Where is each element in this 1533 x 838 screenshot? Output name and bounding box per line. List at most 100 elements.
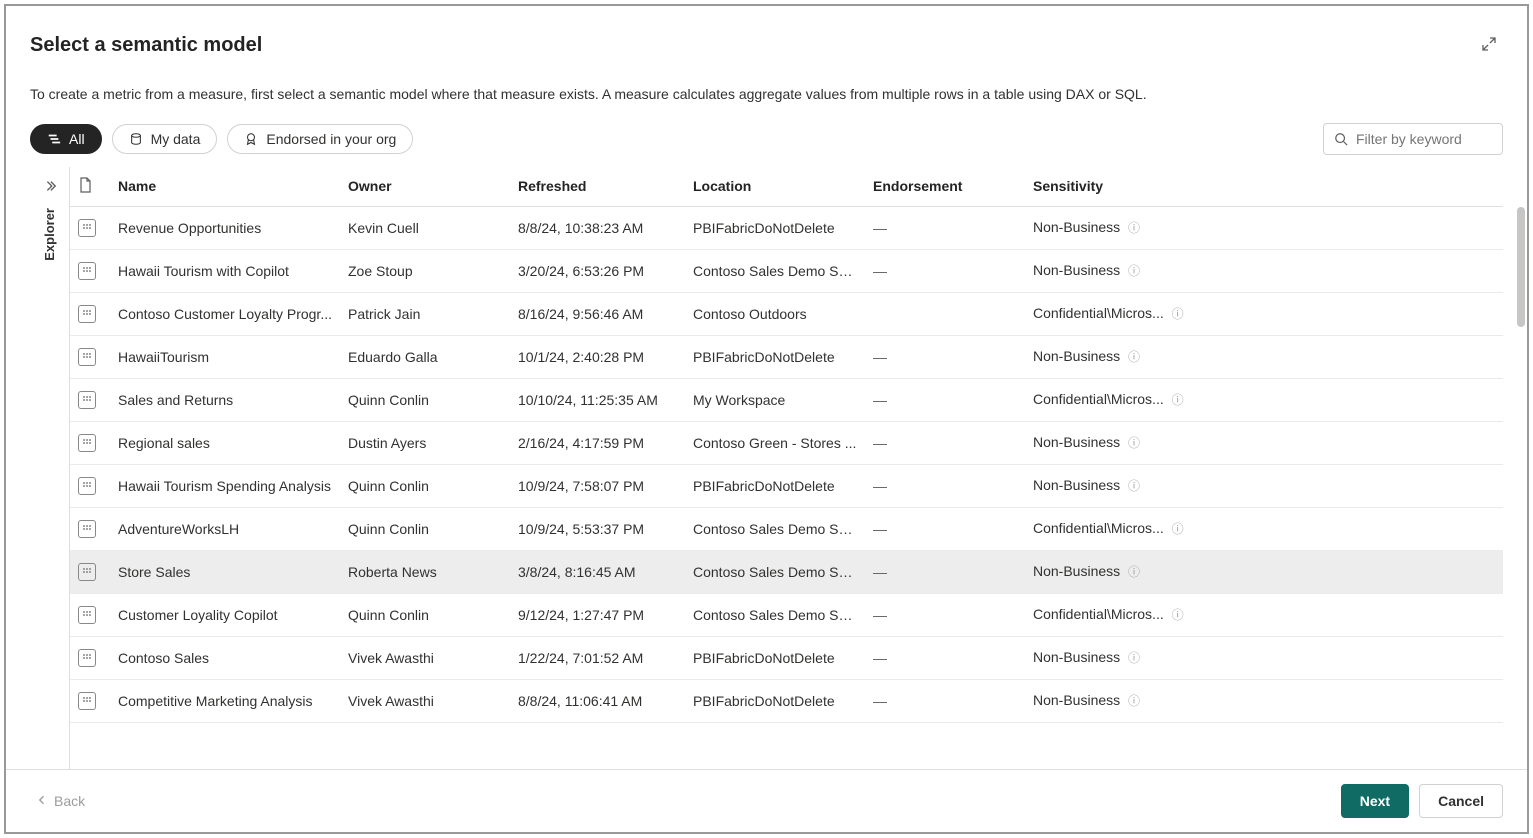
cell-type [70, 249, 110, 292]
cell-endorsement: — [865, 679, 1025, 722]
cell-name: Revenue Opportunities [110, 206, 340, 249]
main-area: Explorer Name Owner Refr [6, 167, 1527, 769]
info-icon: ⓘ [1128, 651, 1140, 665]
back-label: Back [54, 793, 85, 809]
col-owner[interactable]: Owner [340, 167, 510, 207]
table-row[interactable]: Store SalesRoberta News3/8/24, 8:16:45 A… [70, 550, 1503, 593]
cell-type [70, 464, 110, 507]
cell-name: Contoso Customer Loyalty Progr... [110, 292, 340, 335]
cell-endorsement: — [865, 206, 1025, 249]
expand-rail-button[interactable] [43, 179, 57, 196]
table-row[interactable]: Competitive Marketing AnalysisVivek Awas… [70, 679, 1503, 722]
cell-sensitivity: Non-Business ⓘ [1025, 249, 1503, 292]
info-icon: ⓘ [1128, 694, 1140, 708]
info-icon: ⓘ [1172, 608, 1184, 622]
col-endorsement[interactable]: Endorsement [865, 167, 1025, 207]
dialog-title: Select a semantic model [30, 34, 262, 57]
cell-type [70, 206, 110, 249]
cell-owner: Vivek Awasthi [340, 679, 510, 722]
col-location[interactable]: Location [685, 167, 865, 207]
cancel-button[interactable]: Cancel [1419, 784, 1503, 818]
cell-sensitivity: Non-Business ⓘ [1025, 679, 1503, 722]
table-row[interactable]: Regional salesDustin Ayers2/16/24, 4:17:… [70, 421, 1503, 464]
semantic-model-icon [78, 391, 96, 409]
cell-name: Hawaii Tourism with Copilot [110, 249, 340, 292]
table-row[interactable]: Hawaii Tourism with CopilotZoe Stoup3/20… [70, 249, 1503, 292]
cell-name: Store Sales [110, 550, 340, 593]
cell-name: HawaiiTourism [110, 335, 340, 378]
cell-refreshed: 3/20/24, 6:53:26 PM [510, 249, 685, 292]
info-icon: ⓘ [1172, 522, 1184, 536]
semantic-model-icon [78, 348, 96, 366]
cell-refreshed: 3/8/24, 8:16:45 AM [510, 550, 685, 593]
col-refreshed[interactable]: Refreshed [510, 167, 685, 207]
cell-sensitivity: Non-Business ⓘ [1025, 421, 1503, 464]
filter-pills: All My data Endors [30, 124, 413, 154]
semantic-model-icon [78, 305, 96, 323]
table-row[interactable]: Contoso SalesVivek Awasthi1/22/24, 7:01:… [70, 636, 1503, 679]
filter-my-data-label: My data [151, 131, 201, 147]
next-button[interactable]: Next [1341, 784, 1409, 818]
cell-owner: Patrick Jain [340, 292, 510, 335]
expand-button[interactable] [1475, 30, 1503, 61]
table-row[interactable]: AdventureWorksLHQuinn Conlin10/9/24, 5:5… [70, 507, 1503, 550]
explorer-label: Explorer [42, 208, 57, 261]
search-box[interactable] [1323, 123, 1503, 155]
scrollbar-thumb[interactable] [1517, 207, 1525, 327]
table-header-row: Name Owner Refreshed Location Endorsemen… [70, 167, 1503, 207]
explorer-rail: Explorer [30, 167, 70, 769]
cell-endorsement: — [865, 378, 1025, 421]
table-row[interactable]: Sales and ReturnsQuinn Conlin10/10/24, 1… [70, 378, 1503, 421]
filter-all-label: All [69, 131, 85, 147]
search-input[interactable] [1354, 130, 1492, 148]
filter-endorsed-label: Endorsed in your org [266, 131, 396, 147]
cell-name: Regional sales [110, 421, 340, 464]
filter-row: All My data Endors [30, 123, 1503, 155]
chevron-left-icon [36, 793, 48, 809]
table-container[interactable]: Name Owner Refreshed Location Endorsemen… [70, 167, 1527, 769]
cell-location: PBIFabricDoNotDelete [685, 464, 865, 507]
cell-owner: Eduardo Galla [340, 335, 510, 378]
cell-endorsement [865, 292, 1025, 335]
cell-name: Customer Loyality Copilot [110, 593, 340, 636]
cell-location: My Workspace [685, 378, 865, 421]
col-sensitivity[interactable]: Sensitivity [1025, 167, 1503, 207]
table-row[interactable]: HawaiiTourismEduardo Galla10/1/24, 2:40:… [70, 335, 1503, 378]
col-type[interactable] [70, 167, 110, 207]
table-row[interactable]: Hawaii Tourism Spending AnalysisQuinn Co… [70, 464, 1503, 507]
dialog-footer: Back Next Cancel [6, 769, 1527, 832]
cell-endorsement: — [865, 249, 1025, 292]
cell-location: PBIFabricDoNotDelete [685, 335, 865, 378]
cell-sensitivity: Non-Business ⓘ [1025, 206, 1503, 249]
info-icon: ⓘ [1128, 436, 1140, 450]
cell-location: Contoso Sales Demo Sp... [685, 593, 865, 636]
filter-endorsed[interactable]: Endorsed in your org [227, 124, 413, 154]
cell-location: Contoso Sales Demo Sp... [685, 249, 865, 292]
semantic-model-icon [78, 520, 96, 538]
semantic-model-icon [78, 606, 96, 624]
cell-type [70, 292, 110, 335]
semantic-model-icon [78, 649, 96, 667]
back-button[interactable]: Back [30, 792, 91, 810]
cell-owner: Quinn Conlin [340, 507, 510, 550]
search-icon [1334, 132, 1348, 146]
semantic-model-table: Name Owner Refreshed Location Endorsemen… [70, 167, 1503, 723]
cell-endorsement: — [865, 464, 1025, 507]
cell-name: Sales and Returns [110, 378, 340, 421]
cell-owner: Zoe Stoup [340, 249, 510, 292]
table-row[interactable]: Contoso Customer Loyalty Progr...Patrick… [70, 292, 1503, 335]
dialog-header: Select a semantic model To create a metr… [6, 6, 1527, 167]
cell-refreshed: 10/9/24, 7:58:07 PM [510, 464, 685, 507]
table-row[interactable]: Revenue OpportunitiesKevin Cuell8/8/24, … [70, 206, 1503, 249]
filter-all[interactable]: All [30, 124, 102, 154]
cell-endorsement: — [865, 507, 1025, 550]
semantic-model-icon [78, 563, 96, 581]
filter-my-data[interactable]: My data [112, 124, 218, 154]
cell-endorsement: — [865, 335, 1025, 378]
info-icon: ⓘ [1128, 479, 1140, 493]
info-icon: ⓘ [1128, 264, 1140, 278]
col-name[interactable]: Name [110, 167, 340, 207]
table-row[interactable]: Customer Loyality CopilotQuinn Conlin9/1… [70, 593, 1503, 636]
table-body: Revenue OpportunitiesKevin Cuell8/8/24, … [70, 206, 1503, 722]
cell-refreshed: 1/22/24, 7:01:52 AM [510, 636, 685, 679]
